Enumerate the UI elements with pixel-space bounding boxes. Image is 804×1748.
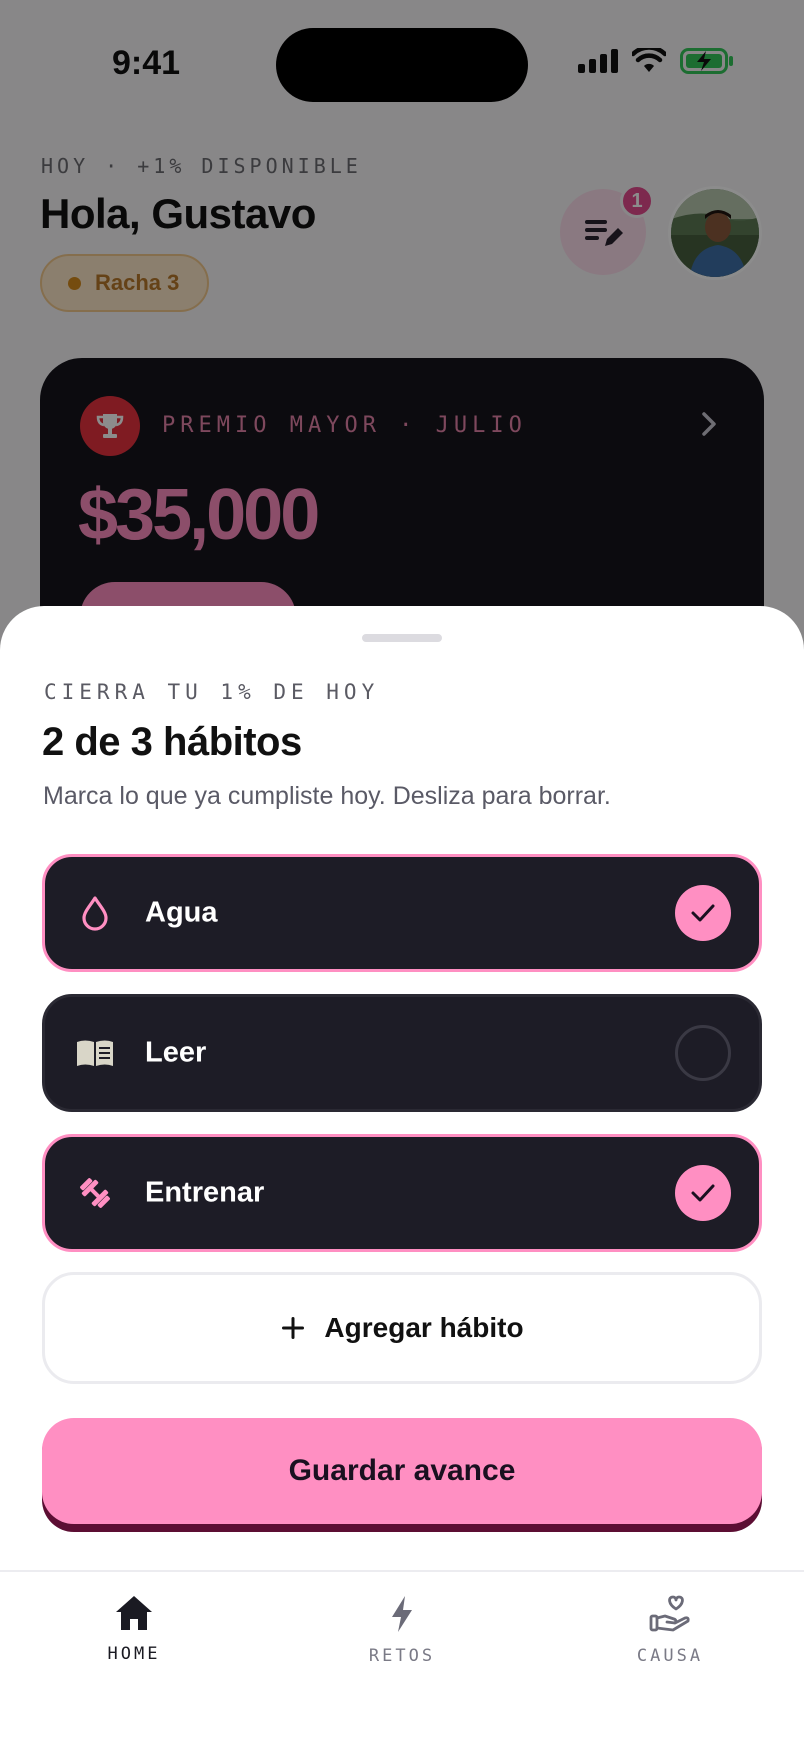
tab-retos-label: RETOS [368,1646,436,1666]
habit-row-entrenar[interactable]: Entrenar [42,1134,762,1252]
save-progress-button[interactable]: Guardar avance [42,1418,762,1524]
checkmark-icon [691,1184,715,1202]
tab-home[interactable]: HOME [34,1594,234,1664]
book-icon [75,1033,115,1073]
habit-label: Agua [145,896,218,929]
water-drop-icon [75,893,115,933]
tab-home-label: HOME [107,1644,161,1664]
habit-row-leer[interactable]: Leer [42,994,762,1112]
save-progress-label: Guardar avance [288,1454,516,1487]
habit-label: Leer [145,1036,207,1069]
dumbbell-icon [75,1173,115,1213]
add-habit-label: Agregar hábito [324,1312,524,1343]
heart-hand-icon [649,1595,690,1632]
tab-bar: HOME RETOS CAUSA [0,1570,804,1748]
home-icon [116,1596,152,1630]
plus-icon [282,1317,305,1339]
app-screen: 9:41 HOY · +1% DISPONIBLE Hola, Gustavo … [0,0,804,1748]
sheet-subtitle: Marca lo que ya cumpliste hoy. Desliza p… [43,782,611,810]
sheet-title: 2 de 3 hábitos [42,720,302,764]
habit-label: Entrenar [145,1176,265,1209]
tab-causa[interactable]: CAUSA [570,1594,770,1666]
habit-checkbox-unchecked[interactable] [675,1025,731,1081]
sheet-kicker: CIERRA TU 1% DE HOY [44,680,380,704]
habits-sheet: CIERRA TU 1% DE HOY 2 de 3 hábitos Marca… [0,606,804,1606]
sheet-handle[interactable] [362,634,442,642]
checkmark-icon [691,904,715,922]
add-habit-button[interactable]: Agregar hábito [42,1272,762,1384]
bolt-icon [392,1596,412,1632]
habit-row-agua[interactable]: Agua [42,854,762,972]
tab-retos[interactable]: RETOS [302,1594,502,1666]
habit-checkbox-checked[interactable] [675,885,731,941]
habit-checkbox-checked[interactable] [675,1165,731,1221]
tab-causa-label: CAUSA [636,1646,704,1666]
